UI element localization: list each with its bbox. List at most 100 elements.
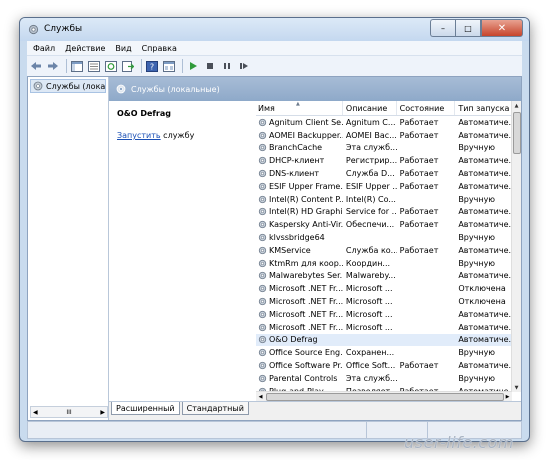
- service-gear-icon: [258, 208, 267, 216]
- tree-item-label: Службы (локалы: [46, 81, 106, 91]
- table-row[interactable]: Intel(R) HD Graphi... Service for ... Рабо…: [256, 206, 512, 219]
- start-service-link[interactable]: Запустить: [117, 131, 161, 140]
- restart-icon[interactable]: [237, 59, 251, 73]
- window-title: Службы: [44, 24, 83, 34]
- export-icon[interactable]: [121, 59, 135, 73]
- cell-state: Работает: [399, 117, 439, 127]
- table-row[interactable]: Parental Controls Эта служб... Вручную: [256, 372, 512, 385]
- close-button[interactable]: ✕: [481, 19, 523, 37]
- table-row[interactable]: Microsoft .NET Fr... Microsoft ... Автомат…: [256, 308, 512, 321]
- table-row[interactable]: O&O Defrag Автоматиче...: [256, 333, 512, 347]
- scroll-left-arrow-icon[interactable]: ◀: [31, 409, 40, 416]
- stop-icon[interactable]: [203, 59, 217, 73]
- table-row[interactable]: BranchCache Эта служб... Вручную: [256, 142, 512, 155]
- cell-startup-type: Автоматиче...: [458, 220, 512, 230]
- column-header-startup-type[interactable]: Тип запуска: [455, 101, 512, 115]
- tree-item-services-local[interactable]: Службы (локалы: [30, 79, 106, 93]
- cell-startup-type: Вручную: [458, 233, 496, 243]
- table-row[interactable]: Kaspersky Anti-Vir... Обеспечи... Работает…: [256, 218, 512, 231]
- column-header-state[interactable]: Состояние: [397, 101, 456, 115]
- table-row[interactable]: Microsoft .NET Fr... Microsoft ... Отключе…: [256, 282, 512, 295]
- cell-startup-type: Автоматиче...: [458, 271, 512, 281]
- cell-startup-type: Автоматиче...: [458, 156, 512, 166]
- minimize-button[interactable]: –: [430, 19, 455, 37]
- service-gear-icon: [258, 182, 267, 191]
- services-window: Службы – □ ✕ Файл Действие Вид Справка ?: [19, 17, 530, 442]
- vertical-scroll-thumb[interactable]: [513, 112, 521, 154]
- service-gear-icon: [258, 259, 267, 267]
- table-row[interactable]: KtmRm для коор... Координ... Вручную: [256, 257, 512, 270]
- cell-startup-type: Вручную: [458, 348, 496, 358]
- horizontal-scroll-thumb[interactable]: [266, 393, 504, 401]
- menu-view[interactable]: Вид: [115, 44, 131, 53]
- tree-horizontal-scrollbar[interactable]: ◀ III ▶: [30, 406, 108, 418]
- cell-description: Обеспечи...: [345, 220, 395, 230]
- help-icon[interactable]: ?: [145, 59, 159, 73]
- vertical-scrollbar[interactable]: ▲ ▼: [511, 101, 521, 392]
- scroll-up-arrow-icon[interactable]: ▲: [512, 101, 521, 110]
- cell-startup-type: Автоматиче...: [458, 207, 512, 217]
- table-row[interactable]: KMService Служба ко... Работает Автоматиче.…: [256, 244, 512, 257]
- column-header-name[interactable]: ▲ Имя: [256, 101, 343, 115]
- cell-description: Регистрир...: [345, 156, 397, 166]
- cell-startup-type: Вручную: [458, 194, 496, 204]
- service-gear-icon: [258, 144, 267, 152]
- cell-startup-type: Автоматиче...: [458, 130, 512, 140]
- scroll-right-arrow-icon[interactable]: ▶: [98, 409, 107, 416]
- table-row[interactable]: klvssbridge64 Вручную: [256, 231, 512, 244]
- console-tree: Службы (локалы ◀ III ▶: [28, 77, 109, 420]
- tab-standard[interactable]: Стандартный: [181, 402, 249, 415]
- table-row[interactable]: Microsoft .NET Fr... Microsoft ... Отключе…: [256, 295, 512, 308]
- table-row[interactable]: Office Source Eng... Сохранен... Вручную: [256, 346, 512, 359]
- cell-name: Office Software Pr...: [256, 361, 343, 370]
- table-row[interactable]: DNS-клиент Служба D... Работает Автоматиче.…: [256, 167, 512, 180]
- forward-icon[interactable]: [46, 59, 60, 73]
- cell-description: Microsoft ...: [345, 297, 393, 307]
- show-console-tree-icon[interactable]: [70, 59, 84, 73]
- cell-name: KMService: [256, 246, 343, 255]
- back-icon[interactable]: [29, 59, 43, 73]
- menu-help[interactable]: Справка: [142, 44, 177, 53]
- table-row[interactable]: Microsoft .NET Fr... Microsoft ... Автомат…: [256, 321, 512, 334]
- table-row[interactable]: DHCP-клиент Регистрир... Работает Автоматич…: [256, 154, 512, 167]
- cell-state: Работает: [399, 207, 439, 217]
- pause-icon[interactable]: [220, 59, 234, 73]
- maximize-button[interactable]: □: [455, 19, 481, 37]
- play-icon[interactable]: [186, 59, 200, 73]
- properties-icon[interactable]: [87, 59, 101, 73]
- view-tabs: Расширенный Стандартный: [109, 401, 521, 420]
- cell-description: Сохранен...: [345, 348, 395, 358]
- service-gear-icon: [258, 323, 267, 331]
- menu-file[interactable]: Файл: [33, 44, 55, 53]
- scroll-down-arrow-icon[interactable]: ▼: [512, 383, 521, 392]
- panel-header: Службы (локальные): [109, 77, 521, 101]
- service-gear-icon: [258, 349, 267, 357]
- cell-description: Microsoft ...: [345, 322, 393, 332]
- refresh-icon[interactable]: [104, 59, 118, 73]
- service-gear-icon: [258, 310, 267, 318]
- status-bar-cell: [28, 422, 367, 438]
- cell-startup-type: Вручную: [458, 258, 496, 268]
- services-pane: Службы (локальные) O&O Defrag Запустить …: [109, 77, 521, 420]
- cell-name: Kaspersky Anti-Vir...: [256, 220, 343, 229]
- cell-startup-type: Автоматиче...: [458, 361, 512, 371]
- title-bar[interactable]: Службы – □ ✕: [20, 18, 529, 41]
- service-gear-icon: [258, 272, 267, 280]
- tab-extended[interactable]: Расширенный: [111, 402, 180, 415]
- table-row[interactable]: Malwarebytes Ser... Malwareby... Автоматич…: [256, 270, 512, 283]
- table-row[interactable]: ESIF Upper Frame... ESIF Upper ... Работае…: [256, 180, 512, 193]
- view-icon[interactable]: [162, 59, 176, 73]
- table-row[interactable]: Intel(R) Content P... Intel(R) Co... Вручн…: [256, 193, 512, 206]
- cell-description: Эта служб...: [345, 373, 397, 383]
- services-rows: Agnitum Client Se... Agnitum C... Работает…: [256, 116, 512, 392]
- menu-action[interactable]: Действие: [65, 44, 105, 53]
- table-row[interactable]: Agnitum Client Se... Agnitum C... Работает…: [256, 116, 512, 129]
- cell-name: ESIF Upper Frame...: [256, 182, 343, 191]
- services-app-icon: [28, 24, 39, 35]
- table-row[interactable]: Office Software Pr... Office Soft... Работ…: [256, 359, 512, 372]
- cell-description: AOMEI Bac...: [345, 130, 397, 140]
- cell-name: Intel(R) HD Graphi...: [256, 207, 343, 216]
- column-header-description[interactable]: Описание: [343, 101, 397, 115]
- list-header: ▲ Имя Описание Состояние Тип запуска: [256, 101, 512, 116]
- table-row[interactable]: AOMEI Backupper... AOMEI Bac... Работает Ав…: [256, 129, 512, 142]
